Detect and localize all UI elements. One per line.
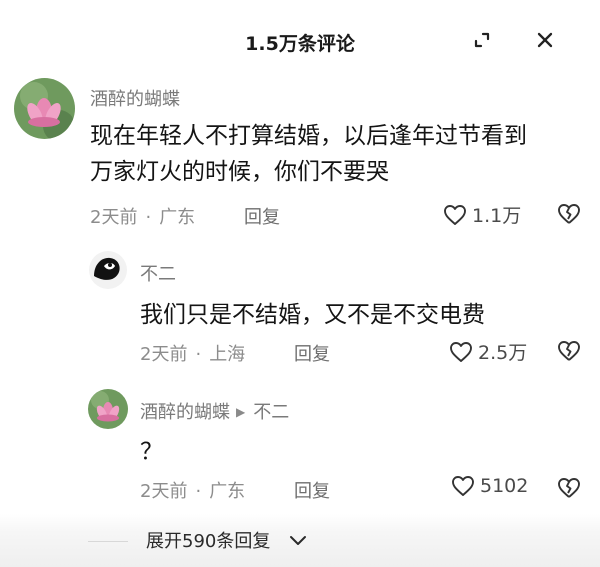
comment-time: 2天前 bbox=[90, 207, 138, 228]
comment-text: 现在年轻人不打算结婚，以后逢年过节看到 万家灯火的时候，你们不要哭 bbox=[90, 118, 527, 190]
meta-separator: · bbox=[195, 481, 202, 502]
meta-separator: · bbox=[195, 344, 202, 365]
broken-heart-icon[interactable] bbox=[557, 203, 581, 229]
heart-icon bbox=[452, 476, 474, 496]
like-button[interactable]: 5102 bbox=[451, 475, 528, 497]
close-icon[interactable] bbox=[530, 25, 560, 55]
comment-location: 广东 bbox=[159, 207, 196, 228]
comment-text-line-2: 万家灯火的时候，你们不要哭 bbox=[90, 159, 389, 185]
like-count: 1.1万 bbox=[472, 205, 522, 227]
reply-time: 2天前 bbox=[140, 344, 188, 365]
reply-meta: 2天前 · 广东 bbox=[140, 477, 245, 503]
reply-target[interactable]: 不二 bbox=[253, 402, 289, 423]
comment-text-line-1: 现在年轻人不打算结婚，以后逢年过节看到 bbox=[90, 123, 527, 149]
reply-text: 我们只是不结婚，又不是不交电费 bbox=[140, 302, 485, 328]
reply-button[interactable]: 回复 bbox=[294, 340, 330, 366]
expand-icon[interactable] bbox=[467, 25, 497, 55]
heart-icon bbox=[450, 341, 472, 362]
comment-meta: 2天前 · 广东 bbox=[90, 203, 195, 229]
expand-replies-button[interactable]: 展开590条回复 bbox=[146, 527, 270, 553]
like-button[interactable]: 1.1万 bbox=[443, 201, 521, 228]
triangle-right-icon: ▶ bbox=[236, 405, 246, 419]
reply-time: 2天前 bbox=[140, 481, 188, 502]
reply-location: 广东 bbox=[209, 481, 246, 502]
chevron-down-icon[interactable] bbox=[289, 532, 307, 551]
reply-button[interactable]: 回复 bbox=[294, 477, 330, 503]
comment-username[interactable]: 酒醉的蝴蝶 bbox=[90, 85, 180, 111]
avatar[interactable] bbox=[14, 78, 75, 139]
like-button[interactable]: 2.5万 bbox=[449, 338, 527, 365]
divider bbox=[88, 541, 128, 542]
like-count: 2.5万 bbox=[478, 342, 528, 364]
reply-text: ？ bbox=[140, 439, 163, 465]
avatar[interactable] bbox=[88, 389, 128, 429]
avatar[interactable] bbox=[88, 250, 128, 290]
reply-location: 上海 bbox=[209, 344, 246, 365]
reply-username: 酒醉的蝴蝶 ▶ 不二 bbox=[140, 398, 289, 424]
meta-separator: · bbox=[145, 207, 152, 228]
reply-button[interactable]: 回复 bbox=[244, 203, 280, 229]
broken-heart-icon[interactable] bbox=[557, 340, 581, 366]
page-title: 1.5万条评论 bbox=[245, 33, 355, 55]
reply-meta: 2天前 · 上海 bbox=[140, 340, 245, 366]
heart-icon bbox=[444, 204, 466, 225]
broken-heart-icon[interactable] bbox=[557, 477, 581, 503]
reply-author[interactable]: 酒醉的蝴蝶 bbox=[140, 402, 230, 423]
reply-username[interactable]: 不二 bbox=[140, 260, 176, 286]
like-count: 5102 bbox=[480, 475, 529, 497]
